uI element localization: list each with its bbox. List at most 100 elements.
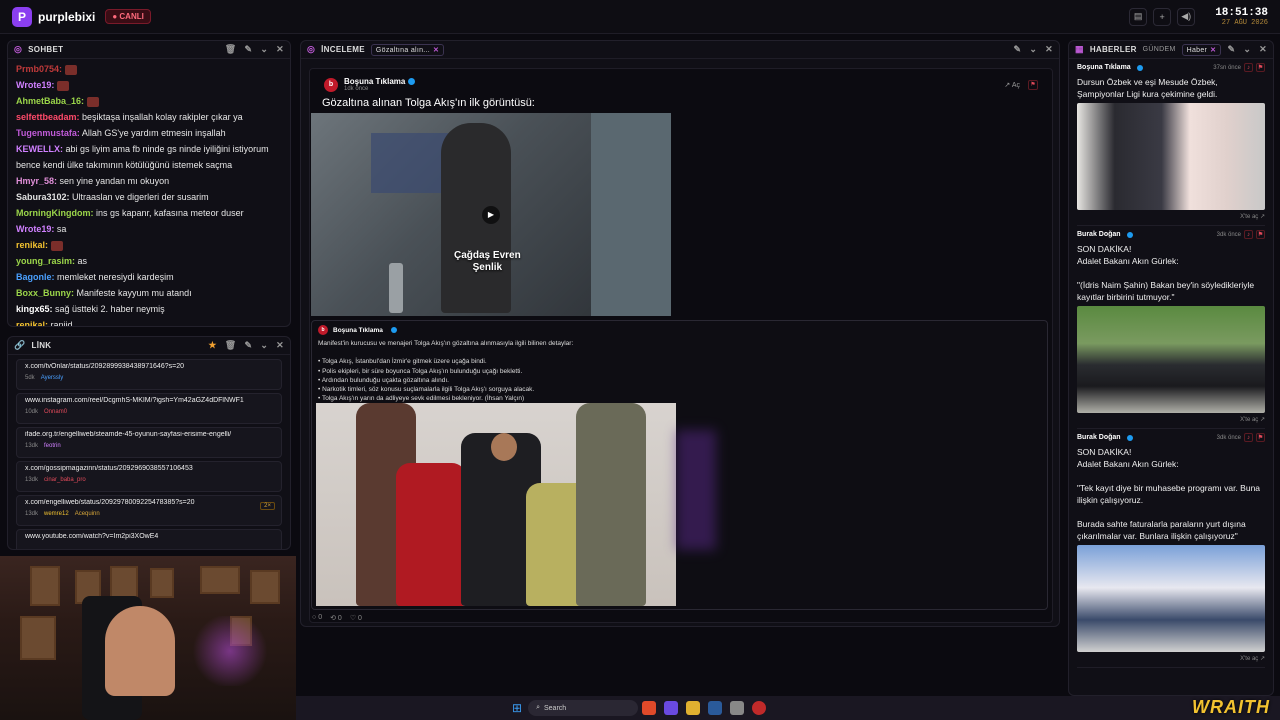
flag-icon[interactable]: ⚑ <box>1256 63 1265 72</box>
flag-icon[interactable]: ⚑ <box>1256 433 1265 442</box>
link-item[interactable]: x.com/tvOnlar/status/2092899938438971646… <box>16 359 282 390</box>
chat-username[interactable]: MorningKingdom: <box>16 208 93 218</box>
chat-text: bence kendi ülke takımının kötülüğünü is… <box>16 160 233 170</box>
link-user[interactable]: wemre12 <box>44 511 69 517</box>
chat-username[interactable]: Wrote19: <box>16 224 54 234</box>
link-user[interactable]: feotrin <box>44 443 61 449</box>
edit-icon[interactable]: ✎ <box>1013 44 1021 55</box>
tab-gundem[interactable]: GÜNDEM <box>1143 46 1176 53</box>
news-author[interactable]: Burak Doğan <box>1077 434 1121 441</box>
link-url[interactable]: ifade.org.tr/engelliweb/steamde-45-oyunu… <box>25 431 273 438</box>
news-image[interactable] <box>1077 545 1265 652</box>
app-icon[interactable] <box>752 701 767 715</box>
open-in-x-link[interactable]: X'te aç ↗ <box>1077 210 1265 223</box>
edit-icon[interactable]: ✎ <box>1227 44 1235 55</box>
steam-icon[interactable] <box>708 701 723 715</box>
close-icon[interactable]: ✕ <box>276 44 284 55</box>
chat-username[interactable]: Prmb0754: <box>16 64 62 74</box>
repost-stat[interactable]: ⟲ 0 <box>330 614 342 622</box>
chat-username[interactable]: young_rasim: <box>16 256 75 266</box>
video-caption-line1: Çağdaş Evren <box>454 250 521 261</box>
link-user[interactable]: Ayerssly <box>41 375 64 381</box>
chat-username[interactable]: Sabura3102: <box>16 192 70 202</box>
news-author[interactable]: Burak Doğan <box>1077 231 1121 238</box>
bell-icon[interactable]: ♪ <box>1244 63 1253 72</box>
close-icon[interactable]: ✕ <box>433 47 439 54</box>
link-item[interactable]: x.com/engelliweb/status/2092978009225478… <box>16 495 282 526</box>
chat-username[interactable]: Boxx_Bunny: <box>16 288 74 298</box>
windows-icon[interactable]: ⊞ <box>512 701 522 715</box>
chat-message: Sabura3102: Ultraaslan ve digerleri der … <box>16 189 282 205</box>
link-item[interactable]: www.instagram.com/reel/DcgmhS-MKIM/?igsh… <box>16 393 282 424</box>
news-item[interactable]: Burak Doğan 3dk önce ♪ ⚑ SON DAKİKA! Adalet … <box>1069 226 1273 429</box>
news-image[interactable] <box>1077 306 1265 413</box>
news-item[interactable]: Burak Doğan 3dk önce ♪ ⚑ SON DAKİKA! Adalet … <box>1069 429 1273 668</box>
reply-count: 0 <box>318 614 323 621</box>
chat-username[interactable]: renikal: <box>16 320 48 326</box>
like-stat[interactable]: ♡ 0 <box>350 614 362 622</box>
link-item[interactable]: x.com/gossipmagazinn/status/209296903855… <box>16 461 282 492</box>
volume-icon[interactable]: ◀) <box>1177 7 1196 26</box>
chat-username[interactable]: kingx65: <box>16 304 53 314</box>
layout-icon[interactable]: ▤ <box>1129 7 1148 26</box>
add-icon[interactable]: + <box>1153 7 1172 26</box>
link-url[interactable]: www.instagram.com/reel/DcgmhS-MKIM/?igsh… <box>25 397 273 404</box>
news-tag[interactable]: Haber ✕ <box>1181 43 1222 56</box>
link-url[interactable]: x.com/gossipmagazinn/status/209296903855… <box>25 465 273 472</box>
preview-tag[interactable]: Gözaltına alın... ✕ <box>370 43 445 56</box>
star-icon[interactable]: ★ <box>208 340 216 351</box>
link-url[interactable]: www.youtube.com/watch?v=Im2pi3XOwE4 <box>25 533 273 540</box>
chat-username[interactable]: KEWELLX: <box>16 144 63 154</box>
obs-icon[interactable] <box>730 701 745 715</box>
brave-icon[interactable] <box>642 701 657 715</box>
bell-icon[interactable]: ♪ <box>1244 433 1253 442</box>
video-caption: Çağdaş Evren Şenlik <box>454 250 521 274</box>
post-video[interactable]: ▶ Çağdaş Evren Şenlik <box>311 113 671 316</box>
chat-username[interactable]: renikal: <box>16 240 48 250</box>
close-icon[interactable]: ✕ <box>1045 44 1053 55</box>
flag-icon[interactable]: ⚑ <box>1028 79 1038 90</box>
open-in-x-link[interactable]: X'te aç ↗ <box>1077 652 1265 665</box>
chat-username[interactable]: Hmyr_58: <box>16 176 57 186</box>
chevron-down-icon[interactable]: ⌄ <box>260 44 268 55</box>
post-author[interactable]: Boşuna Tıklama <box>344 77 416 86</box>
edit-icon[interactable]: ✎ <box>244 44 252 55</box>
app-logo[interactable]: P purplebixi <box>12 6 95 27</box>
chat-message: renikal: <box>16 237 282 253</box>
link-url[interactable]: x.com/engelliweb/status/2092978009225478… <box>25 499 273 506</box>
link-item[interactable]: ifade.org.tr/engelliweb/steamde-45-oyunu… <box>16 427 282 458</box>
link-url[interactable]: x.com/tvOnlar/status/2092899938438971646… <box>25 363 273 370</box>
trash-icon[interactable]: 🗑 <box>225 340 237 351</box>
taskbar-search[interactable]: ⌕ Search <box>528 700 639 716</box>
close-icon[interactable]: ✕ <box>276 340 284 351</box>
link-user[interactable]: Onnam0 <box>44 409 67 415</box>
chevron-down-icon[interactable]: ⌄ <box>1029 44 1037 55</box>
news-image[interactable] <box>1077 103 1265 210</box>
close-icon[interactable]: ✕ <box>1210 47 1216 54</box>
folder-icon[interactable] <box>686 701 701 715</box>
link-item[interactable]: www.youtube.com/watch?v=Im2pi3XOwE4 <box>16 529 282 549</box>
news-item[interactable]: Boşuna Tıklama 37sn önce ♪ ⚑ Dursun Özbek ve… <box>1069 59 1273 226</box>
reply-stat[interactable]: ○ 0 <box>312 614 322 622</box>
chat-username[interactable]: Tugenmustafa: <box>16 128 80 138</box>
chevron-down-icon[interactable]: ⌄ <box>1243 44 1251 55</box>
quote-photo[interactable] <box>316 403 676 606</box>
chat-username[interactable]: AhmetBaba_16: <box>16 96 84 106</box>
trash-icon[interactable]: 🗑 <box>225 44 237 55</box>
link-user[interactable]: cinar_baba_pro <box>44 477 86 483</box>
close-icon[interactable]: ✕ <box>1259 44 1267 55</box>
edit-icon[interactable]: ✎ <box>244 340 252 351</box>
chevron-down-icon[interactable]: ⌄ <box>260 340 268 351</box>
news-author[interactable]: Boşuna Tıklama <box>1077 64 1131 71</box>
link-user-2[interactable]: Acequinn <box>75 511 100 517</box>
chat-username[interactable]: selfettbeadam: <box>16 112 80 122</box>
flag-icon[interactable]: ⚑ <box>1256 230 1265 239</box>
open-in-x-link[interactable]: X'te aç ↗ <box>1077 413 1265 426</box>
bell-icon[interactable]: ♪ <box>1244 230 1253 239</box>
chat-messages: Prmb0754: Wrote19: AhmetBaba_16: selfett… <box>8 59 290 326</box>
chat-username[interactable]: Wrote19: <box>16 80 54 90</box>
open-link[interactable]: ↗ Aç <box>1004 81 1020 89</box>
play-icon[interactable]: ▶ <box>482 205 500 224</box>
discord-icon[interactable] <box>664 701 679 715</box>
chat-username[interactable]: Bagonle: <box>16 272 55 282</box>
